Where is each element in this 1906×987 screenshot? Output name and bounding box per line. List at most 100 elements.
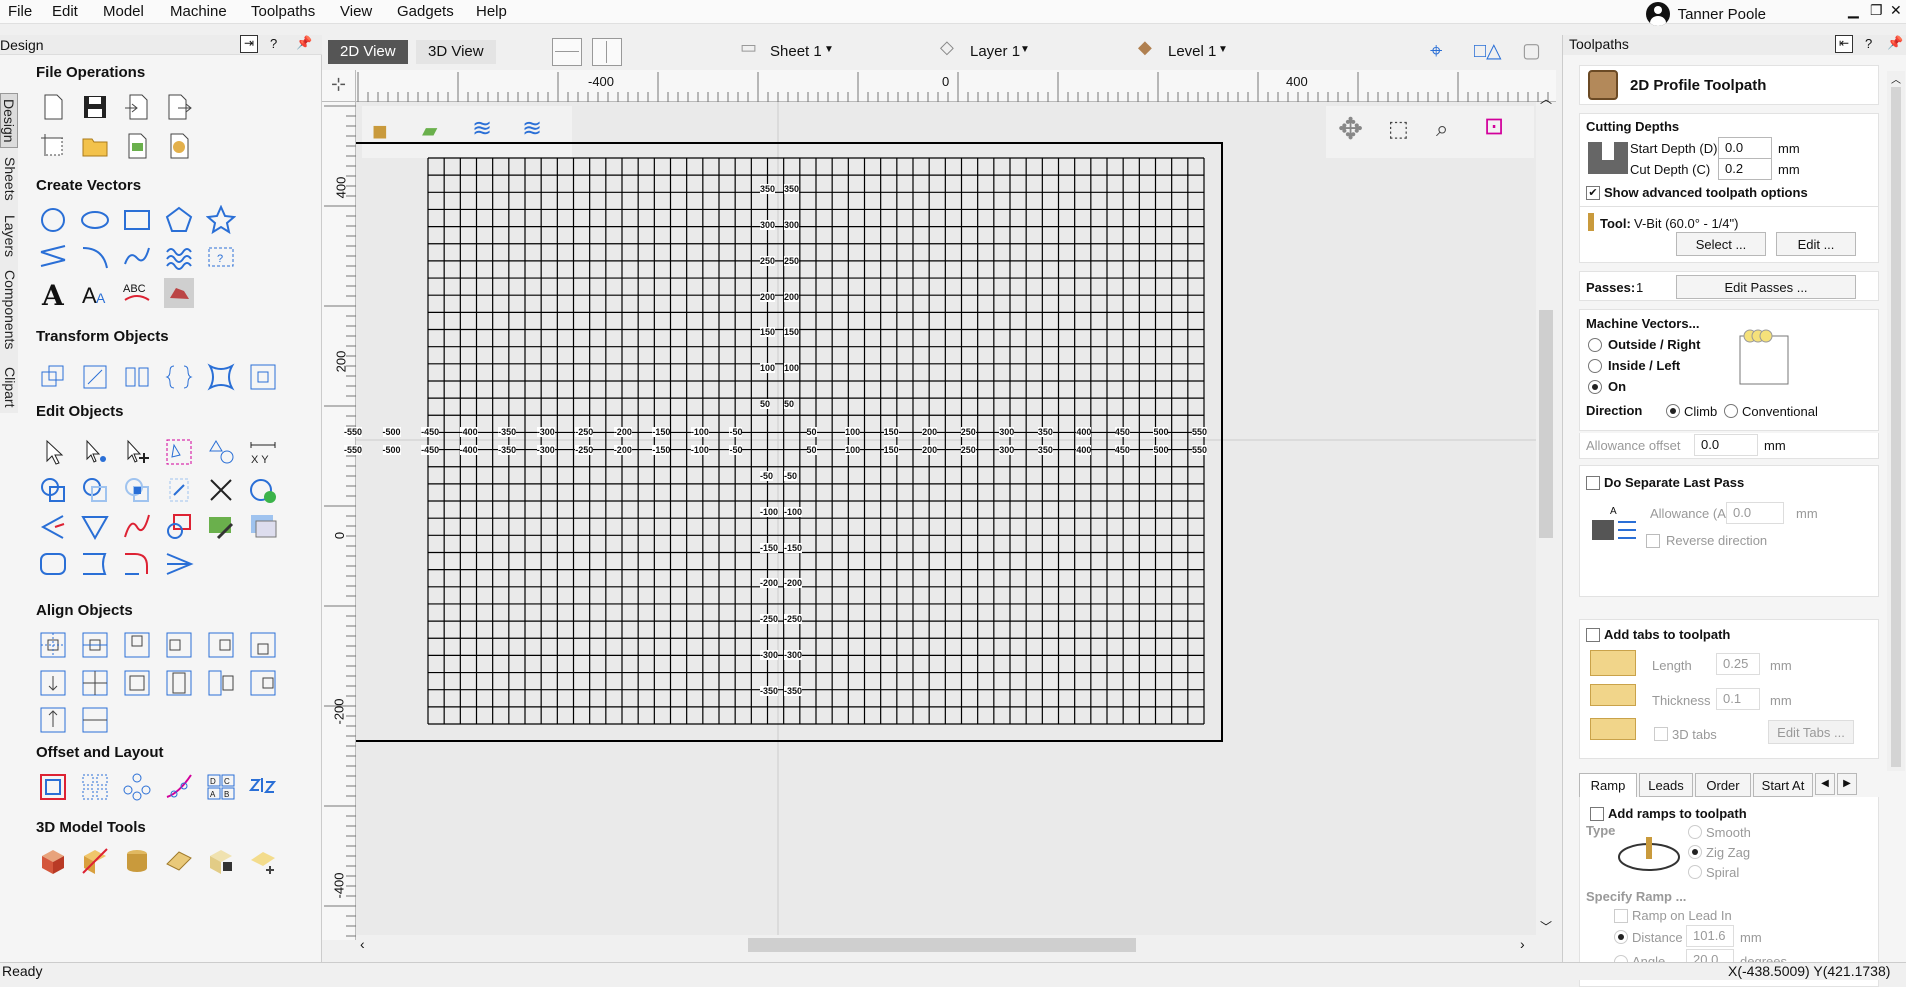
scroll-down-icon[interactable]: ﹀ — [1540, 918, 1552, 935]
drawing-canvas[interactable]: ■ ▰ ≋ ≋ ✥ ⬚ ⌕ ⊡ -550 -550 -500 -500 -450 -450… — [344, 102, 1536, 940]
spiral-radio[interactable] — [1688, 865, 1702, 879]
new-file-icon[interactable] — [38, 92, 68, 122]
tab-components[interactable]: Components — [0, 265, 18, 355]
scroll-left-icon[interactable]: ‹ — [360, 936, 365, 952]
tab-length-input[interactable]: 0.25 — [1716, 653, 1760, 675]
array-copy-icon[interactable] — [80, 772, 110, 802]
slice-model-icon[interactable] — [80, 846, 110, 876]
polygon-icon[interactable] — [164, 205, 194, 235]
stack-icon[interactable] — [122, 846, 152, 876]
view-2d-button[interactable]: 2D View — [328, 40, 408, 64]
shapes-snap-icon[interactable]: □△ — [1474, 38, 1501, 63]
align-center-v-icon[interactable] — [80, 630, 110, 660]
align-center-h-icon[interactable] — [38, 630, 68, 660]
sheet-add-icon[interactable] — [248, 846, 278, 876]
dimension-icon[interactable]: ? — [206, 242, 236, 272]
close-icon[interactable]: ✕ — [1890, 2, 1902, 19]
ellipse-icon[interactable] — [80, 205, 110, 235]
chevron-down-icon[interactable]: ▼ — [824, 44, 834, 55]
node-edit-icon[interactable] — [80, 437, 110, 467]
interactive-select-icon[interactable] — [164, 437, 194, 467]
nest-icon[interactable] — [164, 512, 194, 542]
measure-icon[interactable]: X Y — [248, 437, 278, 467]
horizontal-scrollbar[interactable]: ‹ › — [356, 935, 1536, 955]
restore-icon[interactable]: ❐ — [1870, 2, 1883, 19]
center-in-job-icon[interactable] — [248, 362, 278, 392]
edit-tool-button[interactable]: Edit ... — [1776, 232, 1856, 256]
tab-start-at[interactable]: Start At — [1753, 773, 1813, 797]
center-both-icon[interactable] — [80, 668, 110, 698]
subtract-icon[interactable] — [80, 475, 110, 505]
tab-clipart[interactable]: Clipart — [0, 361, 18, 413]
align-right-icon[interactable] — [206, 630, 236, 660]
add-ramps-checkbox[interactable] — [1590, 807, 1604, 821]
menu-file[interactable]: File — [8, 3, 32, 20]
align-grid-icon[interactable] — [80, 705, 110, 735]
snap-icon[interactable]: ⌖ — [1430, 38, 1442, 64]
align-to-sheet-icon[interactable] — [38, 705, 68, 735]
select-icon[interactable] — [38, 437, 68, 467]
export-vectors-icon[interactable] — [164, 92, 194, 122]
inside-left-radio[interactable] — [1588, 359, 1602, 373]
align-top-icon[interactable] — [122, 630, 152, 660]
close-vectors-icon[interactable] — [248, 475, 278, 505]
component-lock-icon[interactable] — [206, 846, 236, 876]
horizontal-scroll-thumb[interactable] — [748, 938, 1136, 952]
job-setup-icon[interactable] — [38, 131, 68, 161]
curve-fit-icon[interactable] — [122, 549, 152, 579]
help-icon[interactable]: ? — [270, 36, 277, 51]
sheet-selector[interactable]: Sheet 1 — [770, 43, 822, 60]
start-depth-input[interactable]: 0.0 — [1718, 137, 1772, 159]
offset-vectors-icon[interactable] — [38, 772, 68, 802]
align-center-icon[interactable] — [164, 362, 194, 392]
panel-scrollbar[interactable]: ︿ — [1887, 71, 1905, 771]
3d-tabs-checkbox[interactable] — [1654, 727, 1668, 741]
show-advanced-checkbox[interactable]: ✔ — [1586, 186, 1600, 200]
auto-layout-text-icon[interactable]: AA — [80, 278, 110, 308]
scale-icon[interactable] — [80, 362, 110, 392]
nesting-icon[interactable] — [248, 772, 278, 802]
scroll-up-icon[interactable]: ︿ — [1891, 71, 1901, 86]
edit-bitmap-icon[interactable] — [206, 512, 236, 542]
distance-input[interactable]: 101.6 — [1686, 925, 1734, 947]
move-icon[interactable] — [38, 362, 68, 392]
split-horizontal-icon[interactable] — [552, 38, 582, 66]
menu-edit[interactable]: Edit — [52, 3, 78, 20]
align-left-icon[interactable] — [164, 630, 194, 660]
transform-select-icon[interactable] — [122, 437, 152, 467]
smooth-radio[interactable] — [1688, 825, 1702, 839]
minimize-icon[interactable]: ▁ — [1848, 2, 1859, 19]
separate-last-pass-checkbox[interactable] — [1586, 476, 1600, 490]
distance-radio[interactable] — [1614, 930, 1628, 944]
copy-along-vector-icon[interactable] — [164, 772, 194, 802]
layer-selector[interactable]: Layer 1 — [970, 43, 1020, 60]
menu-toolpaths[interactable]: Toolpaths — [251, 3, 315, 20]
tab-design[interactable]: Design — [0, 93, 18, 148]
scroll-right-icon[interactable]: › — [1520, 936, 1525, 952]
conventional-radio[interactable] — [1724, 404, 1738, 418]
tab-layers[interactable]: Layers — [0, 211, 18, 261]
rectangle-icon[interactable] — [122, 205, 152, 235]
scroll-up-icon[interactable]: ︿ — [1540, 90, 1552, 107]
tab-leads[interactable]: Leads — [1639, 773, 1693, 797]
intersect-icon[interactable] — [122, 475, 152, 505]
menu-gadgets[interactable]: Gadgets — [397, 3, 454, 20]
circular-array-icon[interactable] — [122, 772, 152, 802]
zigzag-radio[interactable] — [1688, 845, 1702, 859]
circle-icon[interactable] — [38, 205, 68, 235]
tab-ramp[interactable]: Ramp — [1579, 773, 1637, 797]
chevron-down-icon[interactable]: ▼ — [1020, 44, 1030, 55]
chevron-icon[interactable] — [164, 549, 194, 579]
distribute-v-icon[interactable] — [248, 668, 278, 698]
import-component-icon[interactable] — [164, 131, 194, 161]
weld-icon[interactable] — [38, 475, 68, 505]
edit-passes-button[interactable]: Edit Passes ... — [1676, 275, 1856, 299]
ramp-lead-in-checkbox[interactable] — [1614, 909, 1628, 923]
edit-tabs-button[interactable]: Edit Tabs ... — [1768, 720, 1854, 744]
help-icon[interactable]: ? — [1865, 36, 1872, 51]
menu-machine[interactable]: Machine — [170, 3, 227, 20]
chevron-down-icon[interactable]: ▼ — [1218, 44, 1228, 55]
user-account[interactable]: Tanner Poole — [1645, 2, 1766, 26]
vertical-scrollbar[interactable]: ︿ ﹀ — [1536, 92, 1556, 940]
trim-icon[interactable] — [206, 475, 236, 505]
